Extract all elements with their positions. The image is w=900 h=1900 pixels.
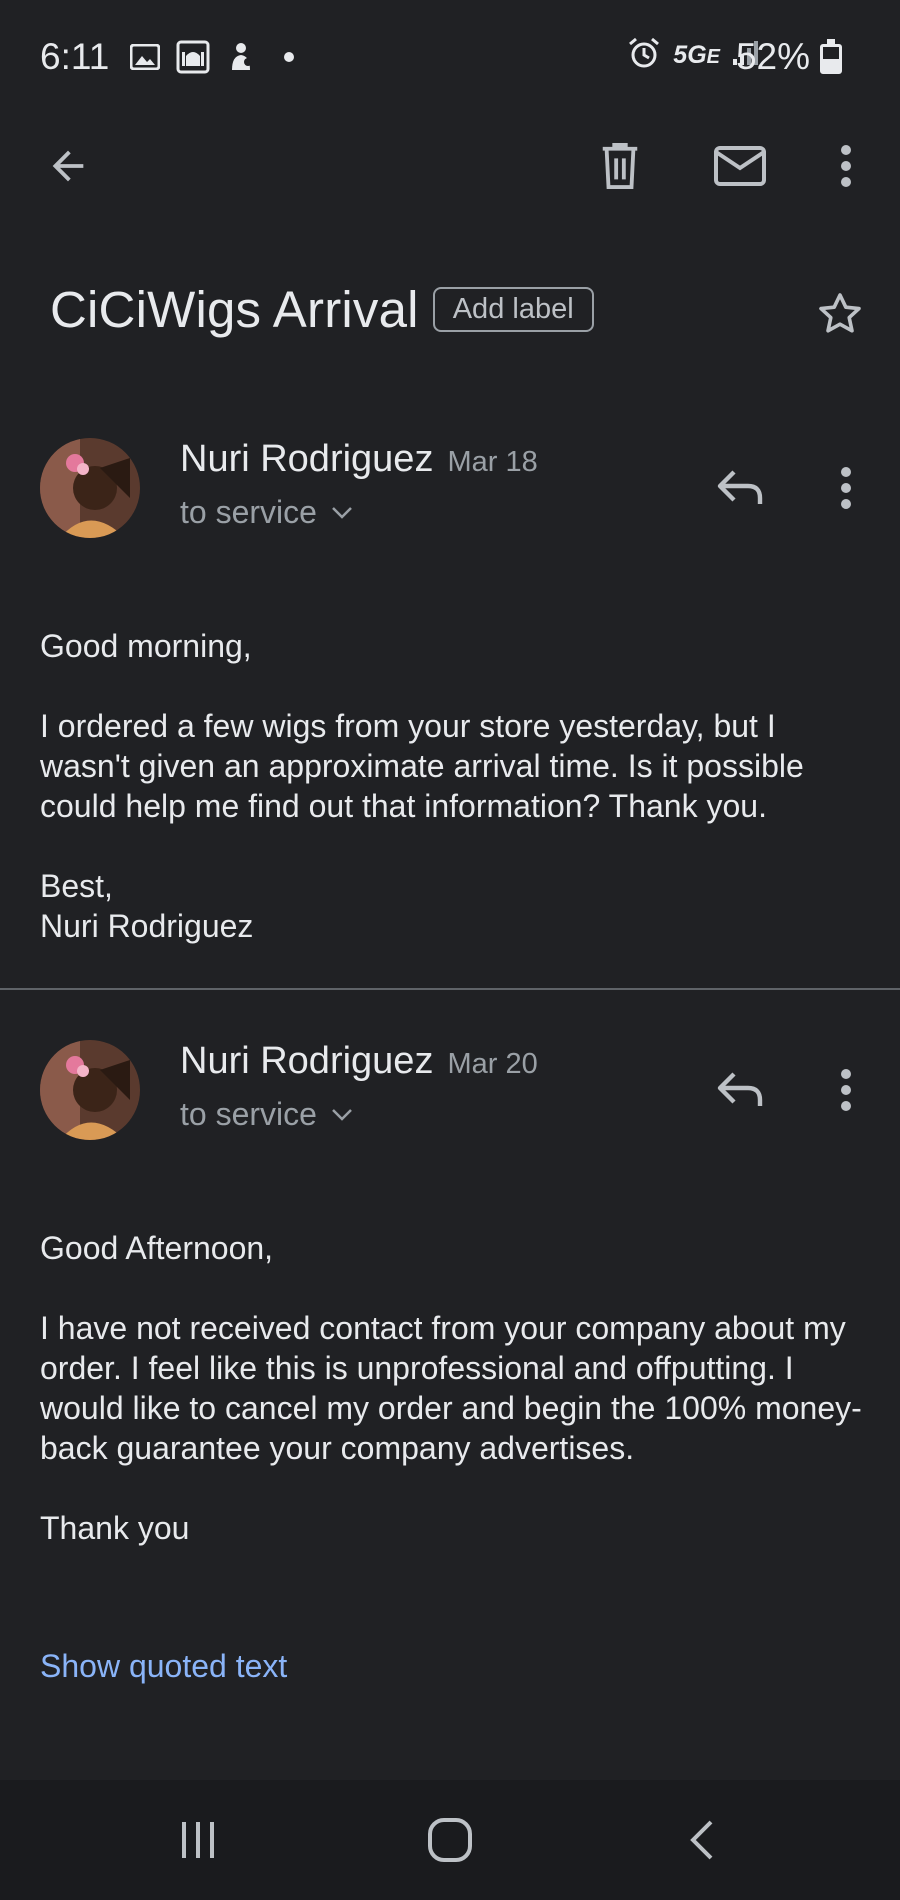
trash-icon bbox=[602, 143, 638, 189]
recents-button[interactable] bbox=[158, 1800, 238, 1880]
recipient-toggle[interactable]: to service bbox=[180, 494, 353, 531]
sender-name: Nuri Rodriguez bbox=[180, 1040, 434, 1082]
reply-button[interactable] bbox=[700, 448, 780, 528]
navigation-bar bbox=[0, 1780, 900, 1900]
status-time: 6:11 bbox=[40, 36, 110, 77]
dot-icon bbox=[272, 40, 306, 74]
gallery-icon bbox=[128, 40, 162, 74]
add-label-button[interactable]: Add label bbox=[432, 287, 594, 332]
network-sub: E bbox=[706, 46, 720, 68]
nav-back-button[interactable] bbox=[662, 1800, 742, 1880]
message-more-button[interactable] bbox=[806, 1050, 886, 1130]
thread-subject: CiCiWigs Arrival bbox=[50, 281, 419, 338]
battery-level: 52% bbox=[735, 36, 810, 77]
reply-button[interactable] bbox=[700, 1050, 780, 1130]
app-icon bbox=[224, 40, 258, 74]
home-icon bbox=[428, 1818, 472, 1862]
sign-off: Thank you bbox=[40, 1510, 190, 1546]
network-type: 5G bbox=[673, 41, 707, 69]
message-date: Mar 20 bbox=[447, 1048, 538, 1080]
greeting: Good Afternoon, bbox=[40, 1230, 274, 1266]
signature: Nuri Rodriguez bbox=[40, 908, 254, 944]
recipient-toggle[interactable]: to service bbox=[180, 1096, 353, 1133]
more-options-button[interactable] bbox=[806, 126, 886, 206]
subject-row: CiCiWigs Arrival Add label bbox=[50, 280, 594, 339]
chevron-down-icon bbox=[332, 506, 352, 519]
body-paragraph: I ordered a few wigs from your store yes… bbox=[40, 708, 804, 824]
sender-name: Nuri Rodriguez bbox=[180, 438, 434, 480]
nav-back-icon bbox=[690, 1820, 713, 1860]
mark-unread-button[interactable] bbox=[700, 126, 780, 206]
divider bbox=[0, 988, 900, 990]
avatar[interactable] bbox=[40, 438, 140, 538]
reply-icon bbox=[717, 1072, 763, 1106]
message-date: Mar 18 bbox=[447, 446, 538, 478]
message-body: Good morning, I ordered a few wigs from … bbox=[40, 626, 870, 946]
arrow-back-icon bbox=[52, 150, 84, 182]
recents-icon bbox=[182, 1822, 214, 1858]
star-outline-icon bbox=[819, 293, 861, 333]
delete-button[interactable] bbox=[580, 126, 660, 206]
sign-off: Best, bbox=[40, 868, 113, 904]
reply-icon bbox=[717, 470, 763, 504]
home-button[interactable] bbox=[410, 1800, 490, 1880]
recipient: to service bbox=[180, 1096, 317, 1132]
alarm-icon bbox=[627, 36, 661, 75]
more-vert-icon bbox=[841, 145, 851, 187]
more-vert-icon bbox=[841, 467, 851, 509]
battery-icon bbox=[820, 39, 842, 74]
body-paragraph: I have not received contact from your co… bbox=[40, 1310, 862, 1466]
chevron-down-icon bbox=[332, 1108, 352, 1121]
avatar[interactable] bbox=[40, 1040, 140, 1140]
recipient: to service bbox=[180, 494, 317, 530]
status-bar: 6:11 5GE 52% bbox=[0, 0, 900, 120]
star-button[interactable] bbox=[800, 274, 880, 354]
mail-icon bbox=[714, 146, 766, 186]
message-more-button[interactable] bbox=[806, 448, 886, 528]
back-button[interactable] bbox=[28, 126, 108, 206]
mosque-icon bbox=[176, 40, 210, 74]
show-quoted-text-link[interactable]: Show quoted text bbox=[40, 1648, 287, 1685]
greeting: Good morning, bbox=[40, 628, 252, 664]
more-vert-icon bbox=[841, 1069, 851, 1111]
message-body: Good Afternoon, I have not received cont… bbox=[40, 1228, 870, 1548]
